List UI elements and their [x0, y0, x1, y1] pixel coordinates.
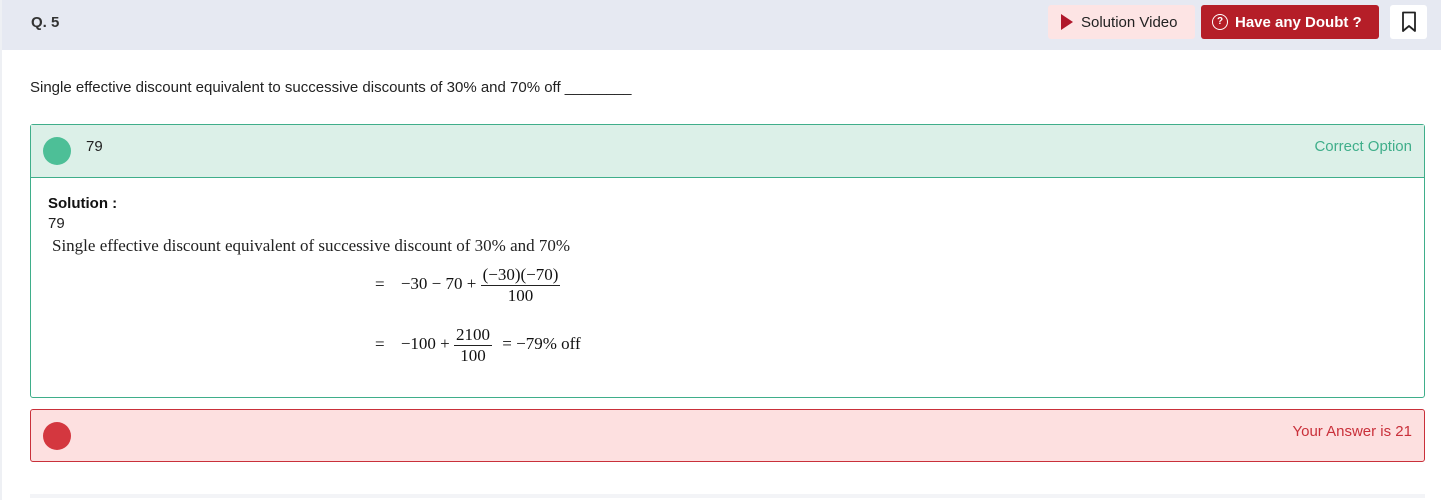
your-answer-text: Your Answer is 21 [1292, 423, 1412, 440]
question-text: Single effective discount equivalent to … [30, 79, 632, 96]
solution-block: Solution : 79 [48, 195, 117, 232]
step2-numerator: 2100 [454, 325, 493, 346]
step1-numerator: (−30)(−70) [480, 265, 561, 286]
correct-option-header[interactable]: 79 Correct Option [31, 125, 1424, 178]
step1-denominator: 100 [507, 286, 534, 305]
question-bubble-icon: ? [1212, 14, 1228, 30]
wrong-option-card[interactable]: Your Answer is 21 [30, 409, 1425, 462]
step1-fraction: (−30)(−70) 100 [480, 265, 561, 306]
left-border [0, 0, 2, 500]
question-header: Q. 5 Solution Video ? Have any Doubt ? [2, 0, 1441, 50]
step2-fraction: 2100 100 [454, 325, 493, 366]
bookmark-icon [1401, 11, 1416, 32]
have-doubt-label: Have any Doubt ? [1235, 13, 1362, 31]
step2-equals: = [375, 334, 385, 354]
solution-step-2: = −100 + 2100 100 = −79% off [375, 325, 581, 366]
correct-option-card: 79 Correct Option Solution : 79 Single e… [30, 124, 1425, 398]
have-doubt-button[interactable]: ? Have any Doubt ? [1201, 5, 1379, 39]
solution-step-1: = −30 − 70 + (−30)(−70) 100 [375, 265, 561, 306]
correct-option-value: 79 [86, 138, 103, 155]
correct-indicator-icon [43, 137, 71, 165]
bottom-divider [30, 494, 1425, 498]
solution-video-button[interactable]: Solution Video [1048, 5, 1195, 39]
wrong-indicator-icon [43, 422, 71, 450]
step1-lhs: −30 − 70 + [400, 274, 477, 294]
step2-denominator: 100 [460, 346, 486, 365]
solution-video-label: Solution Video [1081, 13, 1178, 31]
solution-value: 79 [48, 215, 65, 232]
solution-text: Single effective discount equivalent of … [52, 236, 571, 255]
step2-rhs: = −79% off [502, 334, 581, 354]
step2-lhs: −100 + [400, 334, 450, 354]
bookmark-button[interactable] [1390, 5, 1427, 39]
step1-equals: = [375, 274, 385, 294]
correct-option-tag: Correct Option [1314, 138, 1412, 155]
solution-label: Solution : [48, 195, 118, 212]
play-icon [1061, 14, 1073, 30]
question-number: Q. 5 [31, 14, 60, 31]
